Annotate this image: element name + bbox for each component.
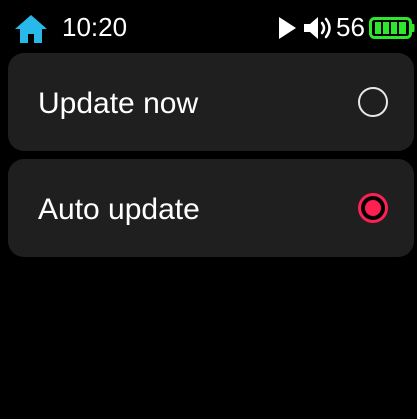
- option-update-now[interactable]: Update now: [8, 53, 414, 151]
- radio-dot: [365, 200, 381, 216]
- play-icon: [279, 17, 296, 39]
- option-auto-update[interactable]: Auto update: [8, 159, 414, 257]
- status-bar: 10:20 56: [0, 0, 417, 48]
- volume-icon: [304, 17, 331, 39]
- radio-update-now[interactable]: [358, 87, 388, 117]
- option-label: Update now: [38, 87, 199, 120]
- volume-level: 56: [336, 12, 365, 42]
- status-time: 10:20: [62, 12, 128, 42]
- radio-auto-update[interactable]: [358, 193, 388, 223]
- option-label: Auto update: [38, 193, 200, 226]
- battery-icon: [369, 17, 415, 39]
- update-settings-screen: 10:20 56 Update now Auto update: [0, 0, 417, 419]
- home-icon: [15, 15, 47, 43]
